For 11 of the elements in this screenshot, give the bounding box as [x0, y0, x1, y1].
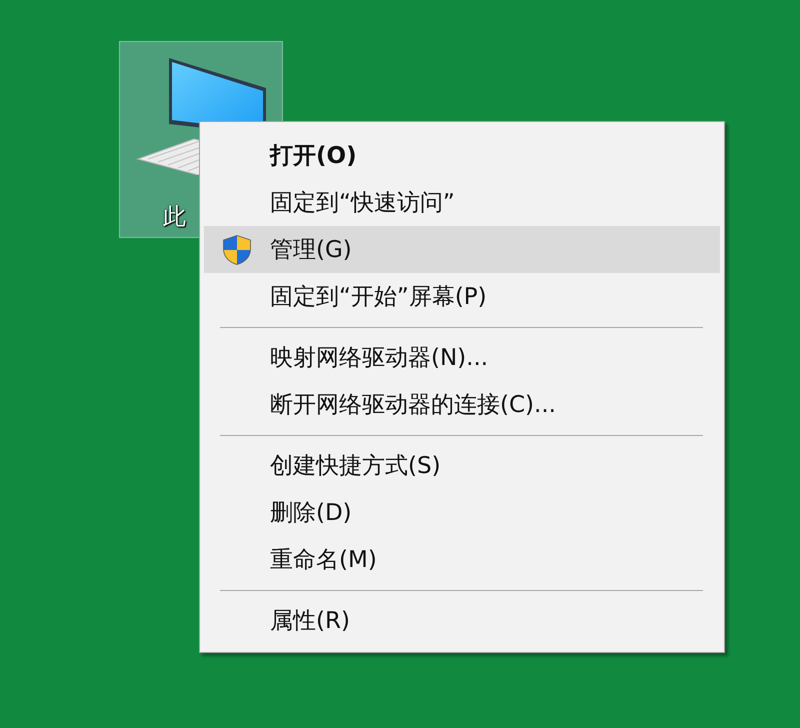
shortcut-label: 此	[163, 203, 186, 231]
menu-item[interactable]: 属性(R)	[204, 597, 720, 644]
menu-item[interactable]: 创建快捷方式(S)	[204, 442, 720, 489]
menu-item[interactable]: 固定到“快速访问”	[204, 179, 720, 226]
menu-item[interactable]: 断开网络驱动器的连接(C)...	[204, 381, 720, 428]
menu-item[interactable]: 固定到“开始”屏幕(P)	[204, 273, 720, 320]
menu-item[interactable]: 管理(G)	[204, 226, 720, 273]
menu-item[interactable]: 删除(D)	[204, 489, 720, 536]
menu-item[interactable]: 映射网络驱动器(N)...	[204, 334, 720, 381]
menu-item[interactable]: 重命名(M)	[204, 536, 720, 583]
menu-item[interactable]: 打开(O)	[204, 132, 720, 179]
